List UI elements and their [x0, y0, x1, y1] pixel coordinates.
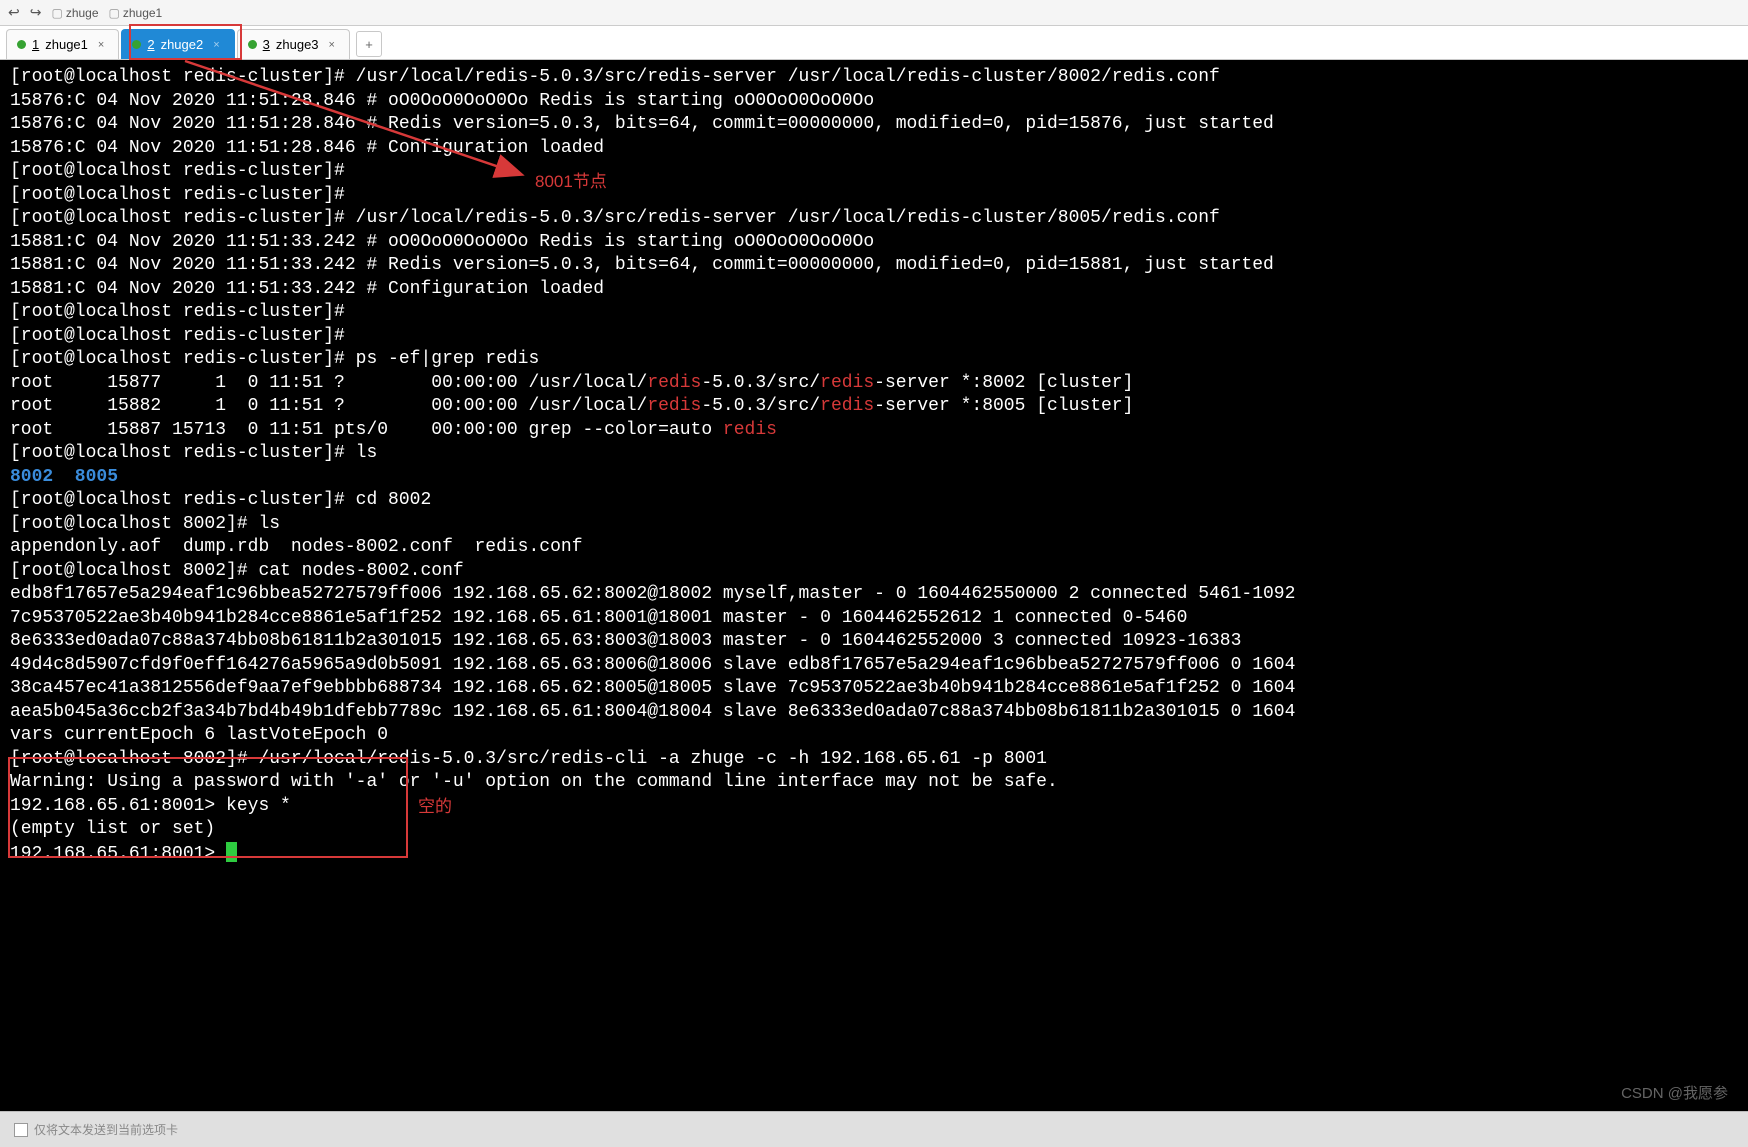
status-dot-icon	[248, 40, 257, 49]
terminal-line: [root@localhost redis-cluster]# cd 8002	[10, 489, 1738, 513]
tab-label: zhuge3	[276, 37, 319, 52]
terminal-line: 15876:C 04 Nov 2020 11:51:28.846 # oO0Oo…	[10, 90, 1738, 114]
cursor	[226, 842, 237, 862]
tab-bar: 1 zhuge1 × 2 zhuge2 × 3 zhuge3 × +	[0, 26, 1748, 60]
terminal-line: [root@localhost redis-cluster]# /usr/loc…	[10, 66, 1738, 90]
bookmark-label: zhuge	[66, 6, 99, 20]
terminal-line: 7c95370522ae3b40b941b284cce8861e5af1f252…	[10, 607, 1738, 631]
terminal-line: aea5b045a36ccb2f3a34b7bd4b49b1dfebb7789c…	[10, 701, 1738, 725]
bookmark-2[interactable]: ▢ zhuge1	[109, 6, 163, 20]
terminal-line: root 15887 15713 0 11:51 pts/0 00:00:00 …	[10, 419, 1738, 443]
status-dot-icon	[132, 40, 141, 49]
back-icon[interactable]: ↩	[8, 4, 20, 21]
terminal-line: 192.168.65.61:8001>	[10, 842, 1738, 867]
terminal-line: [root@localhost redis-cluster]# ps -ef|g…	[10, 348, 1738, 372]
bookmark-icon: ▢	[51, 6, 62, 20]
terminal-line: [root@localhost 8002]# ls	[10, 513, 1738, 537]
close-icon[interactable]: ×	[329, 39, 335, 51]
terminal-line: 8e6333ed0ada07c88a374bb08b61811b2a301015…	[10, 630, 1738, 654]
terminal-line: [root@localhost 8002]# cat nodes-8002.co…	[10, 560, 1738, 584]
terminal-line: vars currentEpoch 6 lastVoteEpoch 0	[10, 724, 1738, 748]
terminal-line: 15876:C 04 Nov 2020 11:51:28.846 # Confi…	[10, 137, 1738, 161]
tab-zhuge1[interactable]: 1 zhuge1 ×	[6, 29, 119, 59]
terminal-line: root 15877 1 0 11:51 ? 00:00:00 /usr/loc…	[10, 372, 1738, 396]
bookmark-label: zhuge1	[123, 6, 162, 20]
bookmark-icon: ▢	[109, 6, 120, 20]
terminal-line: [root@localhost redis-cluster]# /usr/loc…	[10, 207, 1738, 231]
terminal-line: 15881:C 04 Nov 2020 11:51:33.242 # Redis…	[10, 254, 1738, 278]
status-dot-icon	[17, 40, 26, 49]
terminal-line: 38ca457ec41a3812556def9aa7ef9ebbbb688734…	[10, 677, 1738, 701]
terminal-line: 49d4c8d5907cfd9f0eff164276a5965a9d0b5091…	[10, 654, 1738, 678]
tab-number: 3	[263, 37, 270, 52]
tab-label: zhuge2	[161, 37, 204, 52]
status-bar: 仅将文本发送到当前选项卡	[0, 1111, 1748, 1147]
terminal-line: [root@localhost redis-cluster]#	[10, 184, 1738, 208]
tab-label: zhuge1	[45, 37, 88, 52]
terminal-line: 15881:C 04 Nov 2020 11:51:33.242 # oO0Oo…	[10, 231, 1738, 255]
close-icon[interactable]: ×	[213, 39, 219, 51]
tab-number: 2	[147, 37, 154, 52]
terminal-line: (empty list or set)	[10, 818, 1738, 842]
terminal[interactable]: [root@localhost redis-cluster]# /usr/loc…	[0, 60, 1748, 1111]
tab-zhuge3[interactable]: 3 zhuge3 ×	[237, 29, 350, 59]
forward-icon[interactable]: ↪	[30, 4, 42, 21]
close-icon[interactable]: ×	[98, 39, 104, 51]
send-all-checkbox[interactable]	[14, 1123, 28, 1137]
terminal-line: 15876:C 04 Nov 2020 11:51:28.846 # Redis…	[10, 113, 1738, 137]
terminal-line: Warning: Using a password with '-a' or '…	[10, 771, 1738, 795]
status-bar-label: 仅将文本发送到当前选项卡	[34, 1121, 178, 1138]
add-tab-button[interactable]: +	[356, 31, 382, 57]
bookmark-1[interactable]: ▢ zhuge	[51, 6, 98, 20]
terminal-line: 192.168.65.61:8001> keys *	[10, 795, 1738, 819]
terminal-line: root 15882 1 0 11:51 ? 00:00:00 /usr/loc…	[10, 395, 1738, 419]
terminal-line: [root@localhost redis-cluster]#	[10, 325, 1738, 349]
terminal-line: 8002 8005	[10, 466, 1738, 490]
terminal-line: [root@localhost redis-cluster]#	[10, 160, 1738, 184]
terminal-line: 15881:C 04 Nov 2020 11:51:33.242 # Confi…	[10, 278, 1738, 302]
terminal-line: appendonly.aof dump.rdb nodes-8002.conf …	[10, 536, 1738, 560]
terminal-line: [root@localhost redis-cluster]# ls	[10, 442, 1738, 466]
toolbar: ↩ ↪ ▢ zhuge ▢ zhuge1	[0, 0, 1748, 26]
terminal-line: edb8f17657e5a294eaf1c96bbea52727579ff006…	[10, 583, 1738, 607]
tab-zhuge2[interactable]: 2 zhuge2 ×	[121, 29, 234, 59]
terminal-line: [root@localhost 8002]# /usr/local/redis-…	[10, 748, 1738, 772]
tab-number: 1	[32, 37, 39, 52]
terminal-line: [root@localhost redis-cluster]#	[10, 301, 1738, 325]
